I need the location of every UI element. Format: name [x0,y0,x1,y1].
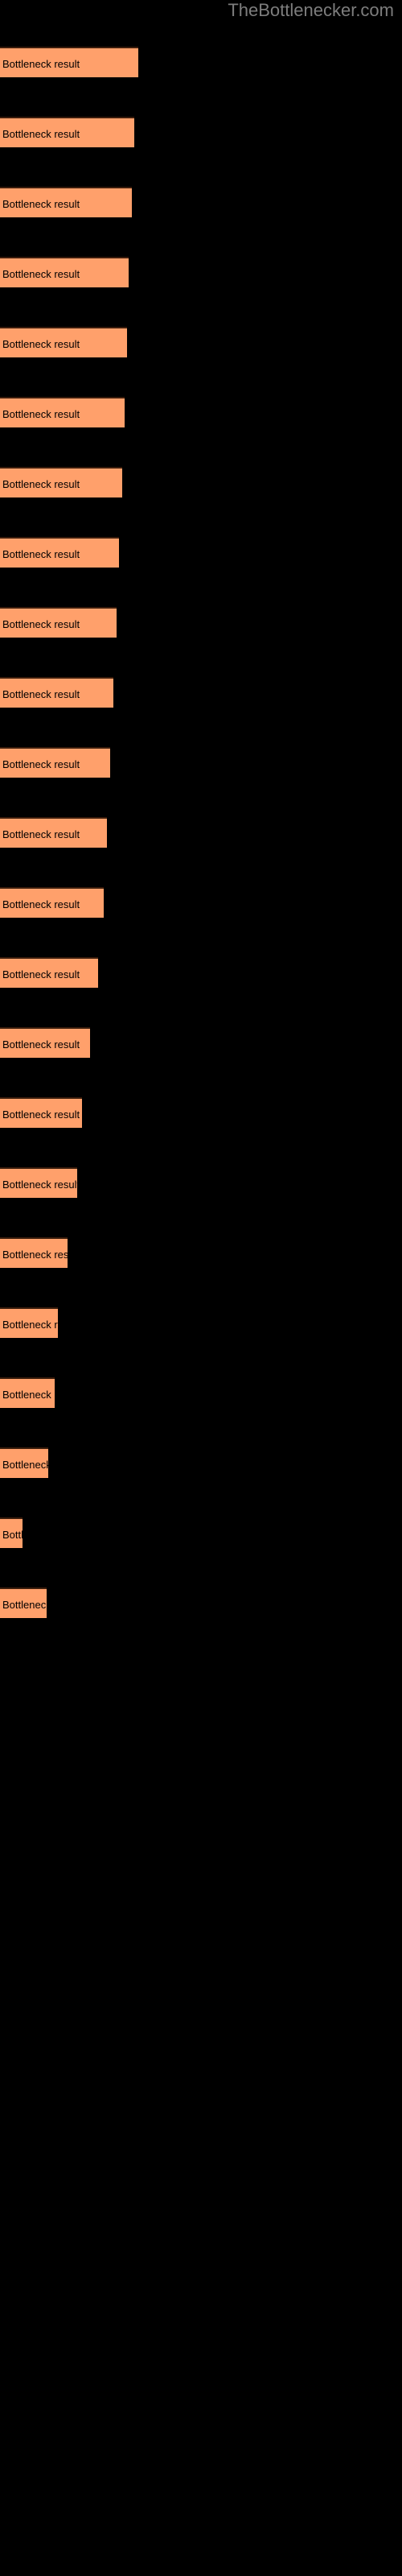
bar[interactable]: Bottleneck result [0,1377,55,1408]
bar-label: Bottleneck result [2,1249,68,1261]
bar-row[interactable]: Bottleneck result [0,1237,68,1268]
bar-row[interactable]: Bottleneck result [0,1167,77,1198]
bar-label: Bottleneck result [2,618,80,630]
bar-row[interactable]: Bottleneck result [0,327,127,357]
bar-label: Bottleneck result [2,1599,47,1611]
bar-label: Bottleneck result [2,758,80,770]
bar-list: Bottleneck result Bottleneck result Bottle… [0,0,402,2576]
bar-row[interactable]: Bottleneck result [0,1097,82,1128]
bar-label: Bottleneck result [2,1108,80,1121]
bar-label: Bottleneck result [2,688,80,700]
bar[interactable]: Bottleneck result [0,1307,58,1338]
bar-row[interactable]: Bottleneck result [0,817,107,848]
bar-label: Bottleneck result [2,1179,77,1191]
bar[interactable]: Bottleneck result [0,1447,48,1478]
bar[interactable]: Bottleneck result [0,187,132,217]
bar-label: Bottleneck result [2,128,80,140]
bar[interactable]: Bottleneck result [0,327,127,357]
bar-row[interactable]: Bottleneck result [0,957,98,988]
bar-row[interactable]: Bottleneck result [0,607,117,638]
bar-label: Bottleneck result [2,338,80,350]
bar[interactable]: Bottleneck result [0,47,138,77]
bar-row[interactable]: Bottleneck result [0,467,122,497]
bar-label: Bottleneck result [2,1459,48,1471]
bar[interactable]: Bottleneck result [0,1097,82,1128]
bar-label: Bottleneck result [2,198,80,210]
bar-label: Bottleneck result [2,1529,23,1541]
bar-row[interactable]: Bottleneck result [0,47,138,77]
bar[interactable]: Bottleneck result [0,607,117,638]
bottleneck-chart: TheBottlenecker.com Bottleneck result Bot… [0,0,402,2576]
bar-label: Bottleneck result [2,1389,55,1401]
bar-row[interactable]: Bottleneck result [0,537,119,568]
bar[interactable]: Bottleneck result [0,1027,90,1058]
bar-label: Bottleneck result [2,478,80,490]
bar[interactable]: Bottleneck result [0,887,104,918]
bar[interactable]: Bottleneck result [0,1517,23,1548]
bar-row[interactable]: Bottleneck result [0,1027,90,1058]
bar-row[interactable]: Bottleneck result [0,1447,48,1478]
bar-row[interactable]: Bottleneck result [0,1587,47,1618]
bar[interactable]: Bottleneck result [0,747,110,778]
bar-row[interactable]: Bottleneck result [0,117,134,147]
bar-label: Bottleneck result [2,898,80,910]
bar-label: Bottleneck result [2,828,80,840]
bar-label: Bottleneck result [2,58,80,70]
bar-row[interactable]: Bottleneck result [0,1377,55,1408]
bar-label: Bottleneck result [2,1038,80,1051]
bar[interactable]: Bottleneck result [0,1587,47,1618]
bar-label: Bottleneck result [2,408,80,420]
bar-row[interactable]: Bottleneck result [0,1517,23,1548]
bar-label: Bottleneck result [2,268,80,280]
bar[interactable]: Bottleneck result [0,1237,68,1268]
bar[interactable]: Bottleneck result [0,467,122,497]
bar[interactable]: Bottleneck result [0,117,134,147]
bar-row[interactable]: Bottleneck result [0,397,125,427]
bar[interactable]: Bottleneck result [0,677,113,708]
bar-row[interactable]: Bottleneck result [0,257,129,287]
bar-row[interactable]: Bottleneck result [0,677,113,708]
bar-label: Bottleneck result [2,1319,58,1331]
bar-row[interactable]: Bottleneck result [0,887,104,918]
bar[interactable]: Bottleneck result [0,257,129,287]
bar-label: Bottleneck result [2,548,80,560]
bar-row[interactable]: Bottleneck result [0,747,110,778]
bar-row[interactable]: Bottleneck result [0,187,132,217]
bar[interactable]: Bottleneck result [0,817,107,848]
bar-row[interactable]: Bottleneck result [0,1307,58,1338]
bar-label: Bottleneck result [2,968,80,980]
bar[interactable]: Bottleneck result [0,1167,77,1198]
bar[interactable]: Bottleneck result [0,537,119,568]
bar[interactable]: Bottleneck result [0,957,98,988]
bar[interactable]: Bottleneck result [0,397,125,427]
